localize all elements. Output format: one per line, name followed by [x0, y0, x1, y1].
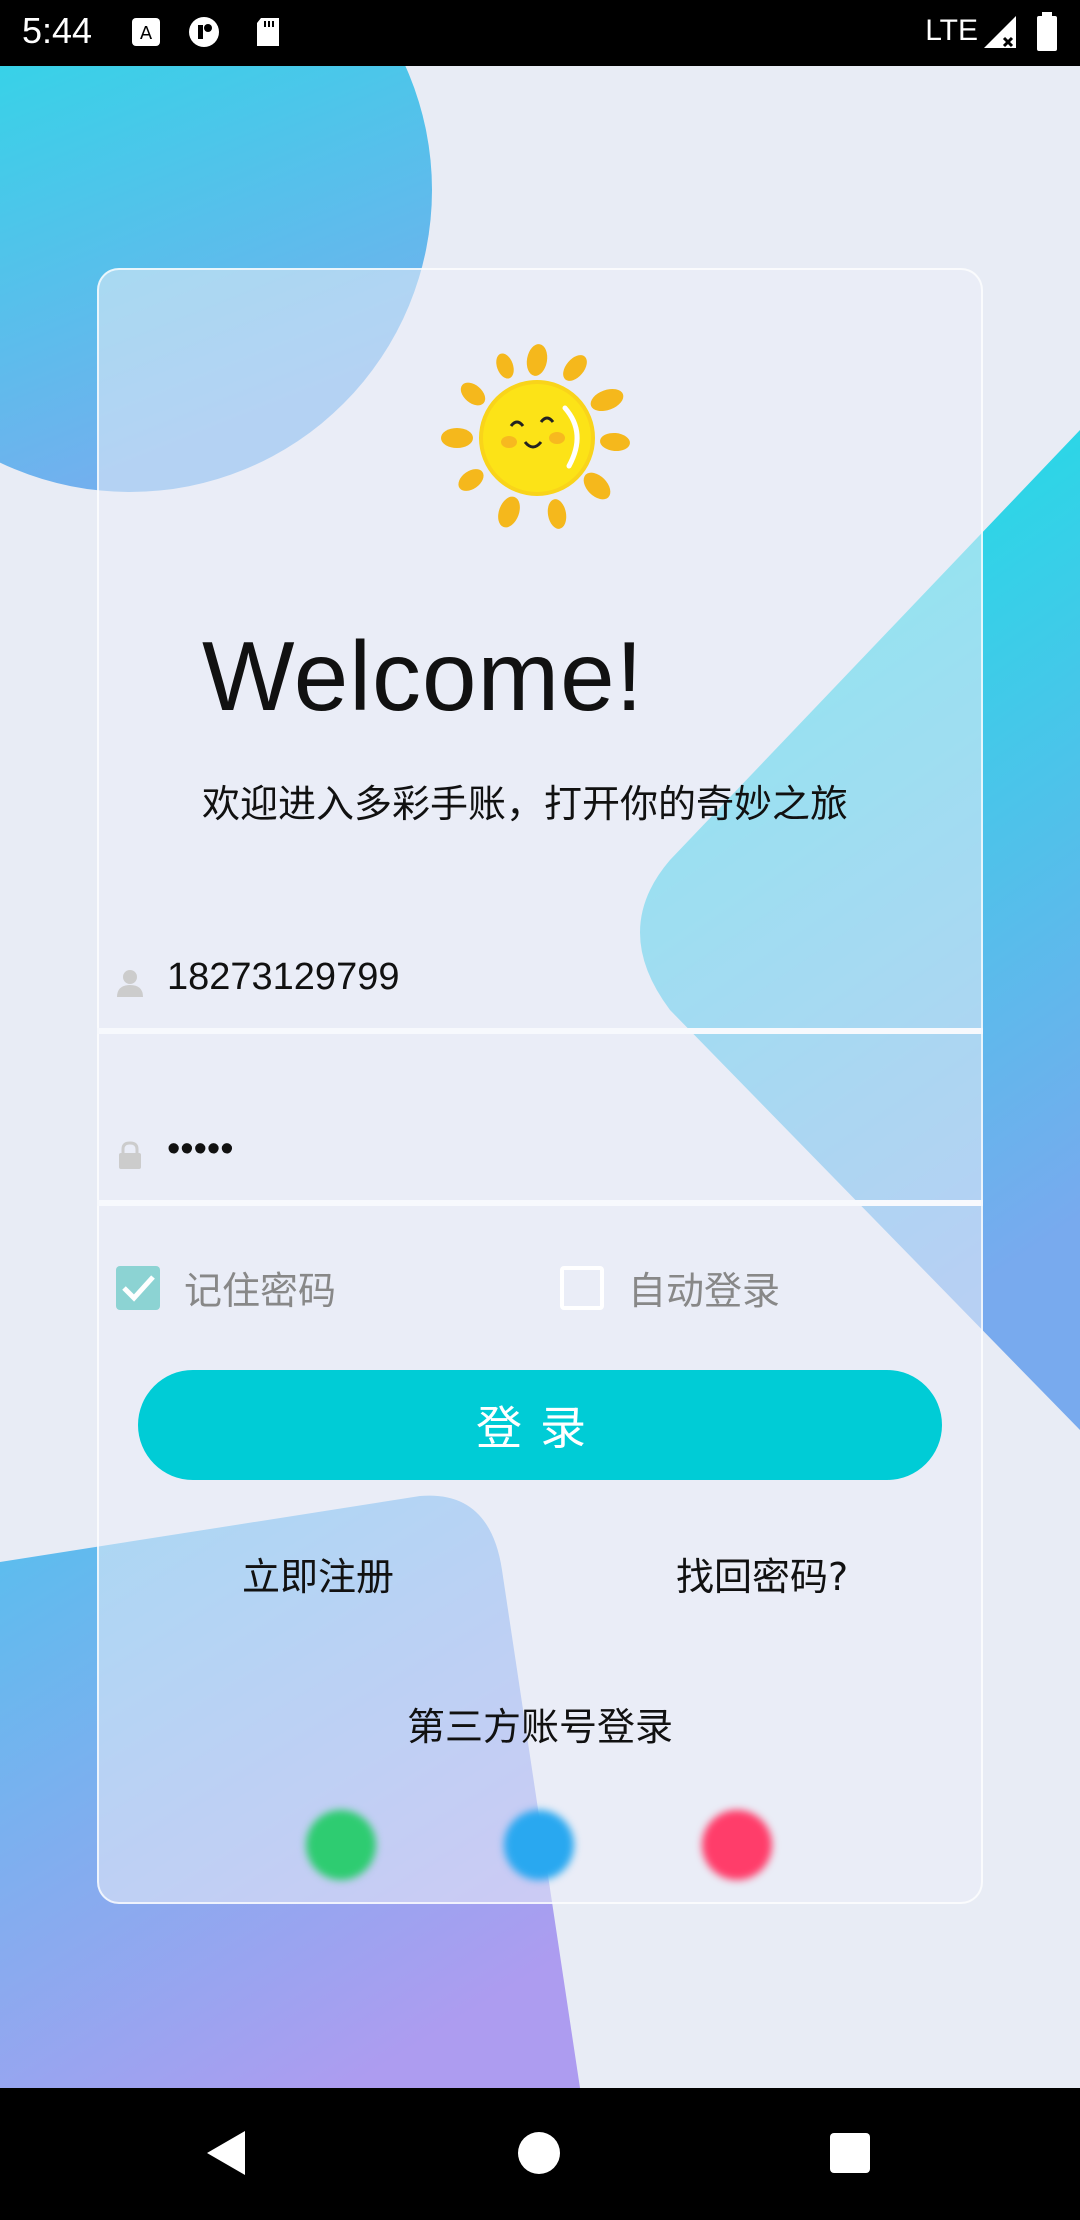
login-button[interactable]: 登录: [138, 1370, 942, 1480]
battery-icon: [1037, 12, 1057, 51]
user-icon: [117, 970, 143, 997]
phone-field[interactable]: 18273129799: [97, 934, 983, 1034]
phone-input[interactable]: 18273129799: [167, 956, 399, 999]
network-type: LTE: [925, 14, 978, 47]
remember-password-checkbox[interactable]: [116, 1265, 160, 1310]
auto-login-checkbox[interactable]: [560, 1265, 604, 1310]
auto-login-label: 自动登录: [628, 1269, 781, 1313]
welcome-title: Welcome!: [202, 621, 644, 731]
third-party-login-label: 第三方账号登录: [406, 1705, 673, 1749]
navigation-bar: [0, 2088, 1080, 2220]
back-icon[interactable]: [205, 2128, 249, 2178]
status-bar: 5:44 A LTE: [0, 0, 1080, 66]
phone-underline: [97, 1028, 983, 1034]
password-underline: [97, 1200, 983, 1206]
wechat-icon[interactable]: [306, 1810, 376, 1880]
status-time: 5:44: [22, 10, 93, 51]
sun-logo: [441, 344, 630, 529]
auto-login-option[interactable]: 自动登录: [560, 1260, 780, 1315]
a-notification-icon: A: [132, 18, 160, 46]
lock-icon: [119, 1141, 141, 1169]
password-field[interactable]: •••••: [97, 1106, 983, 1206]
qq-icon[interactable]: [504, 1810, 574, 1880]
register-link[interactable]: 立即注册: [242, 1546, 394, 1601]
signal-icon: [984, 16, 1016, 48]
circle-app-icon: [189, 17, 219, 47]
check-icon: [122, 1274, 155, 1302]
login-button-label: 登录: [476, 1401, 604, 1455]
password-input[interactable]: •••••: [167, 1128, 234, 1171]
remember-password-option[interactable]: 记住密码: [116, 1260, 336, 1315]
welcome-subtitle: 欢迎进入多彩手账，打开你的奇妙之旅: [202, 782, 849, 826]
home-icon[interactable]: [518, 2132, 560, 2174]
weibo-icon[interactable]: [702, 1810, 772, 1880]
sd-card-icon: [257, 18, 279, 46]
forgot-password-link[interactable]: 找回密码?: [676, 1546, 848, 1601]
remember-password-label: 记住密码: [184, 1269, 337, 1313]
svg-text:A: A: [140, 23, 153, 44]
recents-icon[interactable]: [830, 2133, 870, 2173]
